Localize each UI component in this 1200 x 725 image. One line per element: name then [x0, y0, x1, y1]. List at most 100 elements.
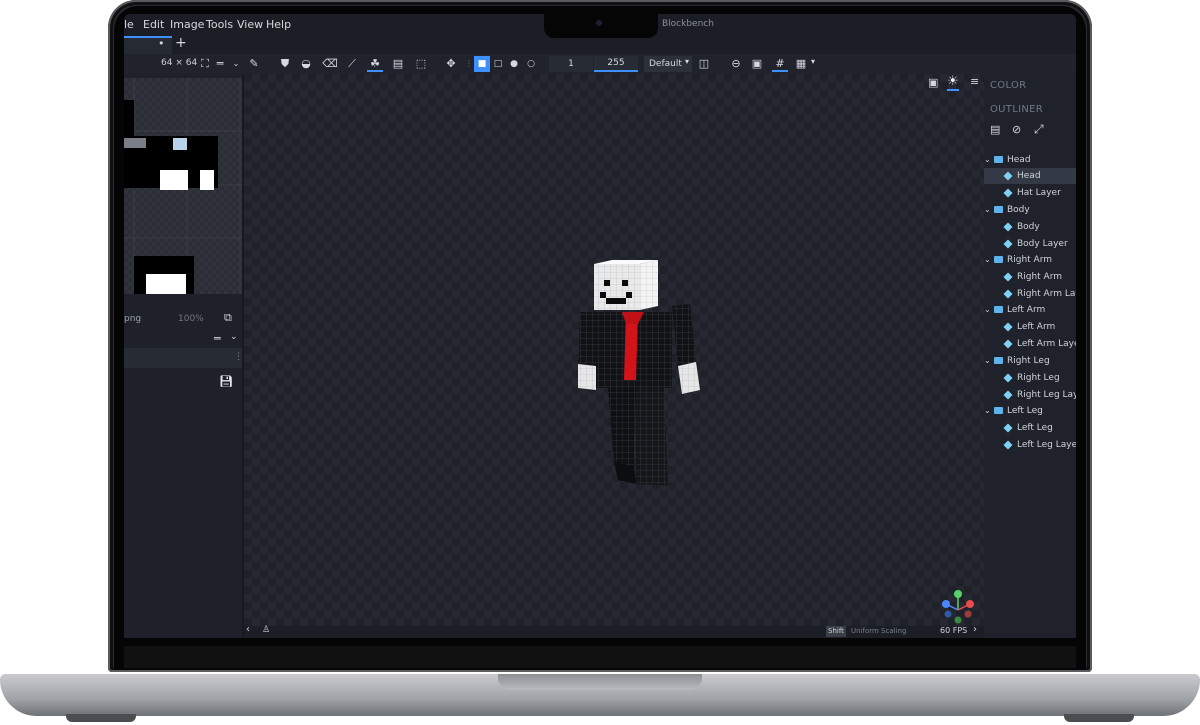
- cube-icon: [1003, 187, 1013, 198]
- image-icon[interactable]: ▤: [390, 56, 406, 72]
- cube-icon: [1003, 321, 1013, 332]
- chevron-down-icon[interactable]: ⌄: [228, 56, 244, 72]
- laptop-chin: [124, 646, 1076, 668]
- model-left-arm[interactable]: [672, 304, 700, 394]
- selection-icon[interactable]: ⬚: [413, 56, 429, 72]
- chevron-down-icon[interactable]: ⌄: [984, 353, 994, 369]
- chevron-left-icon[interactable]: ‹: [246, 624, 250, 635]
- move-icon[interactable]: ✥: [443, 56, 459, 72]
- folder-icon: [994, 206, 1003, 213]
- stamp-icon[interactable]: ⛊: [277, 56, 293, 72]
- outliner-panel-title[interactable]: OUTLINER: [990, 104, 1043, 115]
- chevron-down-icon[interactable]: ⌄: [984, 202, 994, 218]
- outliner-cube-hat-layer[interactable]: Hat Layer: [984, 185, 1076, 201]
- eraser-icon[interactable]: ⌫: [322, 56, 338, 72]
- fullscreen-icon[interactable]: ⛶: [197, 56, 213, 72]
- tile-chevron-icon: ▾: [811, 57, 816, 66]
- mirror-icon[interactable]: ◫: [696, 56, 712, 72]
- shift-key-badge: Shift: [826, 626, 846, 637]
- texture-zoom: 100%: [178, 314, 204, 324]
- outliner-cube-head[interactable]: Head: [984, 168, 1076, 184]
- outliner-cube-right-arm[interactable]: Right Arm: [984, 269, 1076, 285]
- folder-icon: [994, 156, 1003, 163]
- gizmo-icon[interactable]: [938, 588, 978, 624]
- tab-modified-dot: •: [158, 37, 165, 50]
- uv-editor-panel: png 100% ⧉ ═ ⌄ ⋮ 💾︎: [124, 74, 244, 638]
- outliner-cube-right-arm-layer[interactable]: Right Arm Layer: [984, 286, 1076, 302]
- paint-toolbar: 64 × 64 ⛶ ═ ⌄ ✎ ⛊ ◒ ⌫ ⟋ ☘ ▤ ⬚ ✥ ⋮ ■ □ ● …: [124, 54, 1076, 74]
- list-menu-icon[interactable]: ═: [214, 332, 221, 345]
- outliner-group-left-leg[interactable]: ⌄ Left Leg: [984, 403, 1076, 419]
- status-bar: ‹ ♙ Shift Uniform Scaling 60 FPS ›: [244, 624, 984, 638]
- outliner-group-body[interactable]: ⌄ Body: [984, 202, 1076, 218]
- outliner-cube-left-arm-layer[interactable]: Left Arm Layer: [984, 336, 1076, 352]
- add-tab-button[interactable]: +: [175, 35, 187, 51]
- model-body[interactable]: [596, 312, 672, 388]
- character-model[interactable]: [574, 248, 714, 504]
- texture-row[interactable]: [124, 348, 242, 368]
- cube-icon: [1003, 170, 1013, 181]
- circle-brush-outline-icon[interactable]: ○: [523, 56, 539, 72]
- texture-row-more-icon[interactable]: ⋮: [234, 352, 243, 362]
- grid-icon[interactable]: #: [772, 56, 788, 72]
- minus-circle-icon[interactable]: ⊖: [728, 56, 744, 72]
- model-head[interactable]: [594, 260, 658, 310]
- brush-icon[interactable]: ✎: [246, 56, 262, 72]
- outliner-cube-right-leg-layer[interactable]: Right Leg Layer: [984, 387, 1076, 403]
- tile-icon[interactable]: ▦: [793, 56, 809, 72]
- 3d-viewport[interactable]: ▣ ☀ ≡: [244, 74, 984, 626]
- cube-icon: [1003, 338, 1013, 349]
- outliner-cube-left-leg[interactable]: Left Leg: [984, 420, 1076, 436]
- menu-file[interactable]: le: [124, 18, 134, 31]
- uv-texture-canvas[interactable]: [124, 78, 242, 294]
- blend-mode-chevron-icon: ▾: [685, 57, 690, 66]
- model-legs[interactable]: [608, 388, 668, 486]
- copy-icon[interactable]: ⧉: [224, 311, 232, 325]
- color-picker-icon[interactable]: ☘: [367, 56, 383, 72]
- visibility-icon[interactable]: ⊘: [1012, 123, 1021, 136]
- chevron-down-icon[interactable]: ⌄: [984, 403, 994, 419]
- chevron-right-icon[interactable]: ›: [973, 624, 977, 635]
- menu-edit[interactable]: Edit: [143, 18, 164, 31]
- outliner-group-right-arm[interactable]: ⌄ Right Arm: [984, 252, 1076, 268]
- outliner-group-left-arm[interactable]: ⌄ Left Arm: [984, 302, 1076, 318]
- viewport-menu-icon[interactable]: ≡: [970, 75, 979, 88]
- square-brush-filled-icon[interactable]: ■: [474, 56, 490, 72]
- square-brush-outline-icon[interactable]: □: [490, 56, 506, 72]
- save-icon[interactable]: 💾︎: [219, 375, 233, 388]
- menu-image[interactable]: Image: [170, 18, 204, 31]
- outliner-cube-left-arm[interactable]: Left Arm: [984, 319, 1076, 335]
- model-right-arm[interactable]: [578, 312, 596, 390]
- circle-brush-filled-icon[interactable]: ●: [506, 56, 522, 72]
- eyedropper-icon[interactable]: ⟋: [344, 56, 360, 72]
- add-cube-icon[interactable]: ▤: [990, 123, 1000, 136]
- lock-alpha-icon[interactable]: ▣: [749, 56, 765, 72]
- outliner-group-right-leg[interactable]: ⌄ Right Leg: [984, 353, 1076, 369]
- expand-icon[interactable]: ⤢: [1034, 122, 1044, 137]
- outliner-cube-right-leg[interactable]: Right Leg: [984, 370, 1076, 386]
- color-panel-title[interactable]: COLOR: [990, 80, 1026, 91]
- menu-view[interactable]: View: [237, 18, 263, 31]
- brush-size-input[interactable]: 1: [549, 56, 593, 72]
- outliner-cube-body[interactable]: Body: [984, 219, 1076, 235]
- screenshot-icon[interactable]: ▣: [928, 76, 938, 89]
- laptop-opening-notch: [498, 674, 702, 690]
- outliner-group-head[interactable]: ⌄ Head: [984, 152, 1076, 168]
- menu-help[interactable]: Help: [266, 18, 291, 31]
- menu-tools[interactable]: Tools: [206, 18, 233, 31]
- chevron-down-icon[interactable]: ⌄: [984, 152, 994, 168]
- menu-icon[interactable]: ═: [212, 56, 228, 72]
- chevron-down-icon[interactable]: ⌄: [984, 302, 994, 318]
- outliner-cube-body-layer[interactable]: Body Layer: [984, 236, 1076, 252]
- outliner-cube-left-leg-layer[interactable]: Left Leg Layer: [984, 437, 1076, 453]
- chevron-down-icon[interactable]: ⌄: [984, 252, 994, 268]
- opacity-input[interactable]: 255: [594, 56, 638, 72]
- laptop-foot-left: [66, 714, 136, 722]
- fill-icon[interactable]: ◒: [298, 56, 314, 72]
- tab-bar: • +: [124, 35, 1076, 54]
- list-chevron-icon[interactable]: ⌄: [230, 332, 238, 342]
- texture-size: 64 × 64: [161, 58, 198, 68]
- sun-icon[interactable]: ☀: [947, 74, 959, 91]
- player-icon[interactable]: ♙: [262, 625, 270, 635]
- tab-current[interactable]: [124, 36, 172, 54]
